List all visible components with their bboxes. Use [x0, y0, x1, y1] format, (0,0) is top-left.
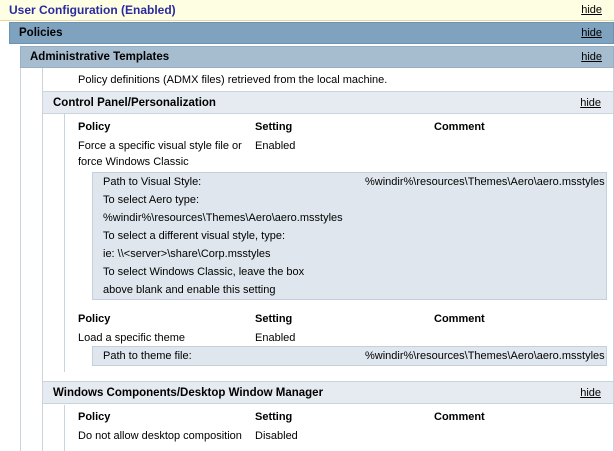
- administrative-templates-header: Administrative Templates hide: [20, 46, 614, 68]
- policy-setting-visual-style: Enabled: [255, 140, 296, 152]
- policies-header: Policies hide: [9, 22, 614, 44]
- help-line: above blank and enable this setting: [103, 284, 276, 296]
- help-line: ie: \\<server>\share\Corp.msstyles: [103, 248, 271, 260]
- column-header-setting: Setting: [255, 313, 293, 325]
- detail-value-visual-style-path: %windir%\resources\Themes\Aero\aero.msst…: [365, 176, 605, 188]
- policy-name-visual-style-line2: force Windows Classic: [78, 156, 189, 168]
- administrative-templates-hide-link[interactable]: hide: [581, 51, 602, 63]
- detail-value-theme-file-path: %windir%\resources\Themes\Aero\aero.msst…: [365, 350, 605, 362]
- policy-setting-load-theme: Enabled: [255, 332, 296, 344]
- control-panel-personalization-hide-link[interactable]: hide: [580, 97, 601, 109]
- detail-label-path-to-theme-file: Path to theme file:: [103, 350, 192, 362]
- policies-title: Policies: [19, 27, 63, 39]
- desktop-window-manager-hide-link[interactable]: hide: [580, 387, 601, 399]
- column-header-comment: Comment: [434, 121, 485, 133]
- control-panel-indent-line: [64, 114, 65, 372]
- policy-setting-desktop-composition: Disabled: [255, 430, 298, 442]
- policies-hide-link[interactable]: hide: [581, 27, 602, 39]
- help-line: To select a different visual style, type…: [103, 230, 285, 242]
- admx-description: Policy definitions (ADMX files) retrieve…: [78, 74, 388, 86]
- detail-label-path-to-visual-style: Path to Visual Style:: [103, 176, 202, 188]
- help-line: To select Aero type:: [103, 194, 199, 206]
- column-header-policy: Policy: [78, 411, 111, 423]
- column-header-policy: Policy: [78, 313, 111, 325]
- user-configuration-hide-link[interactable]: hide: [581, 4, 602, 16]
- desktop-window-manager-title: Windows Components/Desktop Window Manage…: [53, 386, 324, 399]
- policy-name-load-theme: Load a specific theme: [78, 332, 186, 344]
- column-header-comment: Comment: [434, 411, 485, 423]
- column-header-setting: Setting: [255, 411, 293, 423]
- policy-name-desktop-composition: Do not allow desktop composition: [78, 430, 242, 442]
- help-line: %windir%\resources\Themes\Aero\aero.msst…: [103, 212, 343, 224]
- help-line: To select Windows Classic, leave the box: [103, 266, 305, 278]
- desktop-window-manager-header: Windows Components/Desktop Window Manage…: [42, 381, 614, 404]
- user-configuration-header: User Configuration (Enabled) hide: [0, 0, 614, 21]
- user-configuration-title: User Configuration (Enabled): [9, 3, 176, 17]
- column-header-policy: Policy: [78, 121, 111, 133]
- visual-style-detail-panel: Path to Visual Style: %windir%\resources…: [92, 172, 607, 300]
- administrative-templates-title: Administrative Templates: [30, 51, 170, 63]
- control-panel-personalization-header: Control Panel/Personalization hide: [42, 91, 614, 114]
- dwm-indent-line: [64, 405, 65, 451]
- column-header-setting: Setting: [255, 121, 293, 133]
- policies-indent-line: [20, 68, 21, 451]
- control-panel-personalization-title: Control Panel/Personalization: [53, 96, 216, 109]
- column-header-comment: Comment: [434, 313, 485, 325]
- theme-file-detail-panel: Path to theme file: %windir%\resources\T…: [92, 346, 607, 366]
